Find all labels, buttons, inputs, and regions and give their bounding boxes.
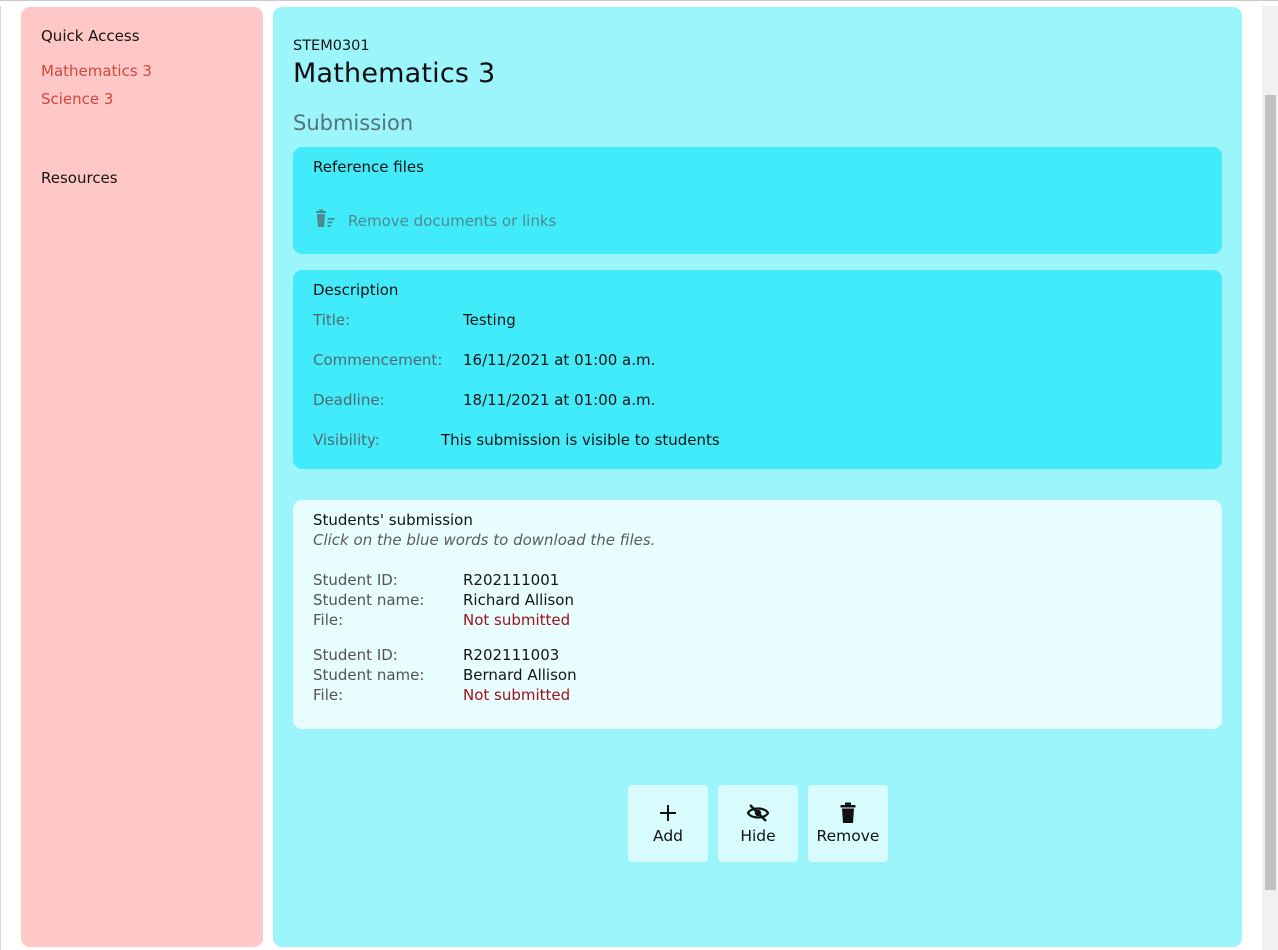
course-title: Mathematics 3 (293, 58, 496, 89)
window-top-edge (0, 0, 1278, 7)
remove-documents-label: Remove documents or links (348, 212, 557, 230)
student-name-label: Student name: (313, 666, 425, 684)
sidebar: Quick Access Mathematics 3 Science 3 Res… (21, 7, 263, 947)
reference-files-title: Reference files (313, 158, 424, 176)
reference-files-card: Reference files Remove documents or link… (293, 147, 1222, 254)
commencement-label: Commencement: (313, 351, 443, 369)
add-button[interactable]: Add (628, 785, 708, 862)
plus-icon (659, 802, 677, 824)
title-value: Testing (463, 311, 516, 329)
sidebar-link-science-3[interactable]: Science 3 (41, 90, 113, 108)
section-title: Submission (293, 111, 414, 135)
eye-slash-icon (746, 802, 770, 824)
student-file-status[interactable]: Not submitted (463, 686, 570, 704)
title-label: Title: (313, 311, 351, 329)
remove-documents-link[interactable]: Remove documents or links (313, 209, 556, 233)
student-id-value: R202111001 (463, 571, 560, 589)
students-submission-card: Students' submission Click on the blue w… (293, 500, 1222, 729)
visibility-value: This submission is visible to students (441, 431, 720, 449)
resources-heading[interactable]: Resources (41, 169, 118, 187)
students-submission-title: Students' submission (313, 511, 473, 529)
sidebar-link-mathematics-3[interactable]: Mathematics 3 (41, 62, 152, 80)
student-file-label: File: (313, 611, 344, 629)
student-file-status[interactable]: Not submitted (463, 611, 570, 629)
hide-button[interactable]: Hide (718, 785, 798, 862)
remove-button[interactable]: Remove (808, 785, 888, 862)
download-hint: Click on the blue words to download the … (313, 531, 656, 549)
hide-button-label: Hide (740, 827, 776, 845)
description-title: Description (313, 281, 399, 299)
student-name-value: Bernard Allison (463, 666, 577, 684)
trash-list-icon (313, 209, 348, 233)
main-content: STEM0301 Mathematics 3 Submission Refere… (273, 7, 1242, 947)
deadline-label: Deadline: (313, 391, 385, 409)
trash-icon (839, 802, 857, 824)
student-id-value: R202111003 (463, 646, 560, 664)
student-id-label: Student ID: (313, 646, 398, 664)
commencement-value: 16/11/2021 at 01:00 a.m. (463, 351, 656, 369)
scrollbar-thumb[interactable] (1265, 95, 1276, 890)
student-file-label: File: (313, 686, 344, 704)
description-card: Description Title: Testing Commencement:… (293, 270, 1222, 469)
visibility-label: Visibility: (313, 431, 380, 449)
student-name-label: Student name: (313, 591, 425, 609)
deadline-value: 18/11/2021 at 01:00 a.m. (463, 391, 656, 409)
window-left-edge (0, 6, 1, 950)
student-id-label: Student ID: (313, 571, 398, 589)
course-code: STEM0301 (293, 38, 370, 54)
student-name-value: Richard Allison (463, 591, 574, 609)
add-button-label: Add (652, 827, 683, 845)
remove-button-label: Remove (816, 827, 880, 845)
quick-access-heading: Quick Access (41, 27, 140, 45)
